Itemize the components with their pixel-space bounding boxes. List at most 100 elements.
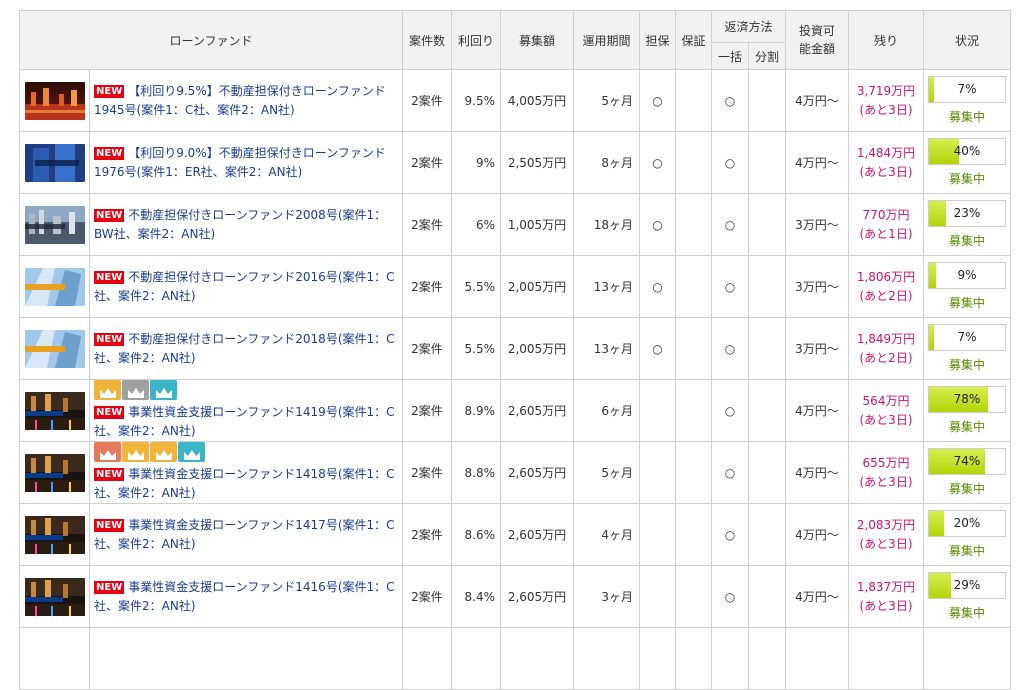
fund-row[interactable]: NEW 【利回り9.0%】不動産担保付きローンファンド1976号(案件1：ER社、… [19, 131, 1011, 194]
fund-title-link[interactable]: 事業性資金支援ローンファンド1418号(案件1：C社、案件2：AN社) [94, 467, 395, 500]
fund-title-link[interactable]: 【利回り9.5%】不動産担保付きローンファンド1945号(案件1：C社、案件2：… [94, 84, 386, 117]
fund-thumbnail[interactable] [24, 577, 85, 616]
case-count: 2案件 [402, 131, 452, 194]
new-badge: NEW [94, 270, 125, 284]
guarantee-mark [675, 503, 712, 566]
progress-bar: 78% [928, 386, 1006, 413]
remaining-days: (あと3日) [859, 598, 913, 613]
lump-mark: ○ [711, 317, 749, 380]
empty-cell [89, 627, 403, 690]
rank-badges [94, 442, 396, 462]
case-count: 2案件 [402, 503, 452, 566]
col-period: 運用期間 [573, 10, 640, 70]
progress-percent: 78% [953, 392, 981, 406]
fund-title-link[interactable]: 不動産担保付きローンファンド2018号(案件1：C社、案件2：AN社) [94, 332, 395, 365]
remaining-days: (あと3日) [859, 474, 913, 489]
status-label: 募集中 [948, 420, 985, 434]
fund-thumbnail[interactable] [24, 267, 85, 306]
period-value: 8ヶ月 [573, 131, 640, 194]
fund-thumbnail[interactable] [24, 329, 85, 368]
fund-title-link[interactable]: 事業性資金支援ローンファンド1416号(案件1：C社、案件2：AN社) [94, 580, 395, 613]
min-invest: 4万円〜 [785, 503, 849, 566]
empty-cell [748, 627, 786, 690]
col-guarantee: 保証 [675, 10, 712, 70]
yield-value: 6% [451, 193, 501, 256]
progress-percent: 7% [957, 82, 977, 96]
case-count: 2案件 [402, 193, 452, 256]
lump-mark: ○ [711, 565, 749, 628]
case-count: 2案件 [402, 379, 452, 442]
status-label: 募集中 [948, 296, 985, 310]
progress-bar: 7% [928, 76, 1006, 103]
case-count: 2案件 [402, 441, 452, 504]
empty-cell [639, 627, 676, 690]
fund-thumbnail[interactable] [24, 205, 85, 244]
amount-value: 2,005万円 [500, 255, 574, 318]
guarantee-mark [675, 379, 712, 442]
status-label: 募集中 [948, 606, 985, 620]
empty-cell [785, 627, 849, 690]
status-label: 募集中 [948, 172, 985, 186]
remaining-days: (あと1日) [859, 226, 913, 241]
fund-row[interactable]: NEW 【利回り9.5%】不動産担保付きローンファンド1945号(案件1：C社、案… [19, 69, 1011, 132]
remaining-days: (あと2日) [859, 288, 913, 303]
split-mark [748, 131, 786, 194]
fund-row[interactable]: NEW 不動産担保付きローンファンド2008号(案件1：BW社、案件2：AN社) 2… [19, 193, 1011, 256]
remaining-amount: 1,849万円 [856, 331, 916, 346]
remaining-amount: 770万円 [862, 207, 910, 222]
guarantee-mark [675, 565, 712, 628]
progress-bar: 74% [928, 448, 1006, 475]
fund-title-link[interactable]: 事業性資金支援ローンファンド1417号(案件1：C社、案件2：AN社) [94, 518, 395, 551]
min-invest: 4万円〜 [785, 379, 849, 442]
fund-thumbnail[interactable] [24, 515, 85, 554]
amount-value: 2,605万円 [500, 379, 574, 442]
min-invest: 4万円〜 [785, 69, 849, 132]
status-label: 募集中 [948, 544, 985, 558]
fund-row[interactable]: NEW 事業性資金支援ローンファンド1419号(案件1：C社、案件2：AN社) 2案… [19, 379, 1011, 442]
fund-title-link[interactable]: 不動産担保付きローンファンド2008号(案件1：BW社、案件2：AN社) [94, 208, 386, 241]
fund-row[interactable] [19, 627, 1011, 690]
crown-icon [122, 442, 149, 462]
col-collateral: 担保 [639, 10, 676, 70]
fund-thumbnail[interactable] [24, 391, 85, 430]
fund-row[interactable]: NEW 事業性資金支援ローンファンド1416号(案件1：C社、案件2：AN社) 2案… [19, 565, 1011, 628]
split-mark [748, 565, 786, 628]
collateral-mark: ○ [639, 317, 676, 380]
remaining-amount: 564万円 [862, 393, 910, 408]
empty-cell [675, 627, 712, 690]
empty-cell [402, 627, 452, 690]
remaining-amount: 1,837万円 [856, 579, 916, 594]
new-badge: NEW [94, 468, 125, 481]
fund-title-link[interactable]: 事業性資金支援ローンファンド1419号(案件1：C社、案件2：AN社) [94, 405, 395, 438]
case-count: 2案件 [402, 317, 452, 380]
collateral-mark: ○ [639, 255, 676, 318]
fund-thumbnail[interactable] [24, 143, 85, 182]
empty-cell [500, 627, 574, 690]
crown-icon [94, 380, 121, 400]
fund-row[interactable]: NEW 事業性資金支援ローンファンド1418号(案件1：C社、案件2：AN社) 2案… [19, 441, 1011, 504]
progress-percent: 40% [953, 144, 981, 158]
amount-value: 4,005万円 [500, 69, 574, 132]
new-badge: NEW [94, 146, 125, 160]
remaining-days: (あと3日) [859, 412, 913, 427]
fund-title-link[interactable]: 不動産担保付きローンファンド2016号(案件1：C社、案件2：AN社) [94, 270, 395, 303]
yield-value: 8.8% [451, 441, 501, 504]
fund-row[interactable]: NEW 不動産担保付きローンファンド2018号(案件1：C社、案件2：AN社) 2案… [19, 317, 1011, 380]
fund-thumbnail[interactable] [24, 453, 85, 492]
progress-bar: 40% [928, 138, 1006, 165]
fund-row[interactable]: NEW 事業性資金支援ローンファンド1417号(案件1：C社、案件2：AN社) 2案… [19, 503, 1011, 566]
lump-mark: ○ [711, 379, 749, 442]
col-remain: 残り [848, 10, 924, 70]
progress-percent: 29% [953, 578, 981, 592]
collateral-mark [639, 379, 676, 442]
fund-title-link[interactable]: 【利回り9.0%】不動産担保付きローンファンド1976号(案件1：ER社、案件2… [94, 146, 386, 179]
empty-cell [451, 627, 501, 690]
col-amount: 募集額 [500, 10, 574, 70]
lump-mark: ○ [711, 441, 749, 504]
lump-mark: ○ [711, 69, 749, 132]
fund-thumbnail[interactable] [24, 81, 85, 120]
remaining-amount: 3,719万円 [856, 83, 916, 98]
split-mark [748, 503, 786, 566]
fund-row[interactable]: NEW 不動産担保付きローンファンド2016号(案件1：C社、案件2：AN社) 2案… [19, 255, 1011, 318]
col-count: 案件数 [402, 10, 452, 70]
